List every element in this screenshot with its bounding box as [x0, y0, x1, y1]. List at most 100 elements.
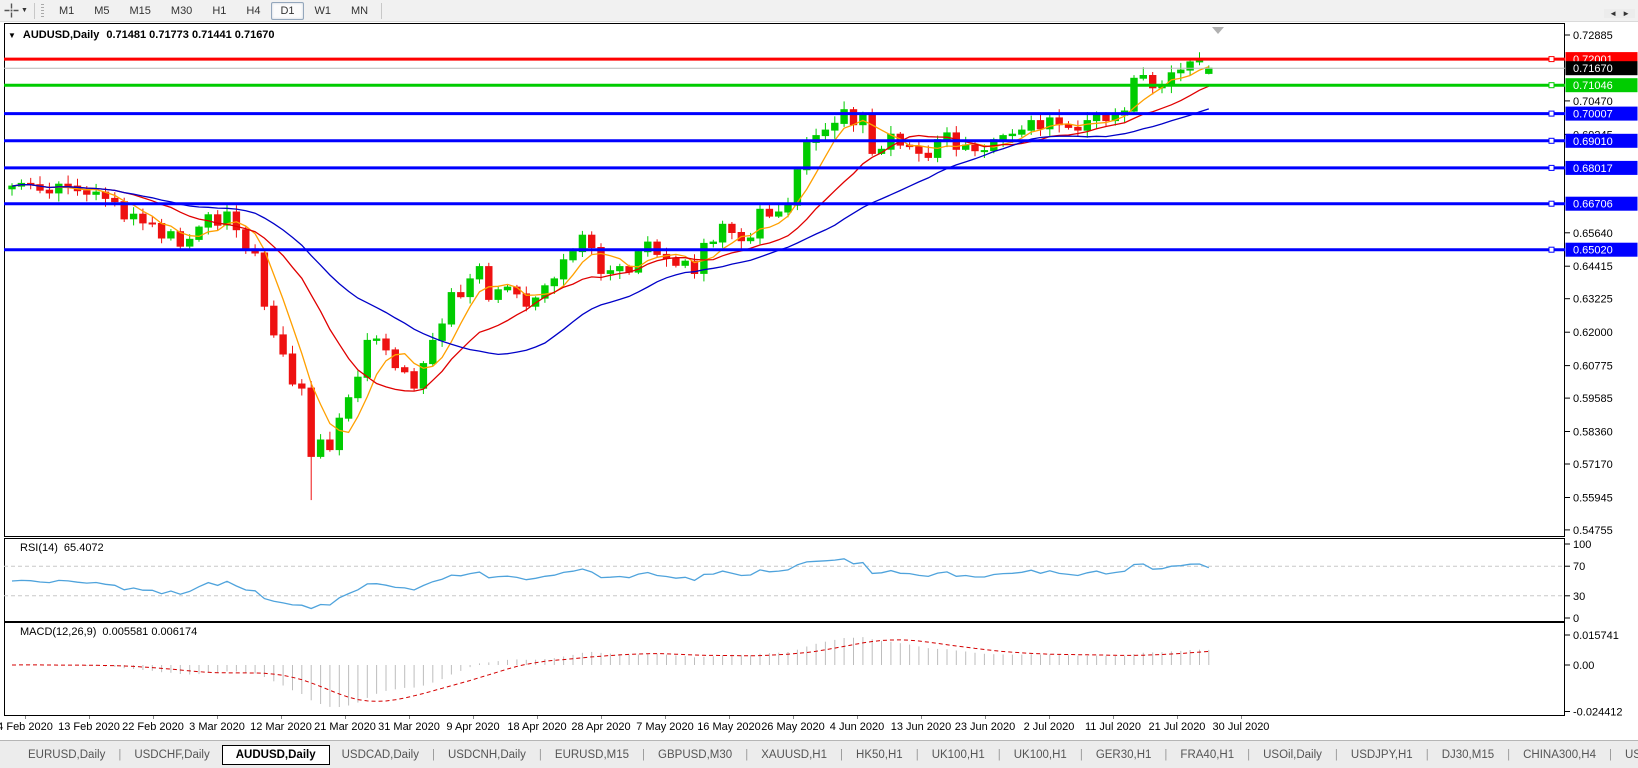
- rsi-value: 65.4072: [64, 542, 104, 554]
- tab-hk50-h1[interactable]: HK50,H1: [844, 745, 915, 765]
- date-tick: [409, 716, 410, 719]
- toolbar-drag-grip[interactable]: [41, 4, 44, 18]
- slow-ma-line: [12, 109, 1209, 355]
- line-handle: [1549, 83, 1554, 88]
- svg-text:0.64415: 0.64415: [1573, 261, 1613, 273]
- tab-usoil-h4[interactable]: USOil,H4: [1613, 745, 1638, 765]
- tool-dropdown-arrow[interactable]: ▼: [21, 7, 28, 14]
- tab-audusd-daily[interactable]: AUDUSD,Daily: [222, 745, 330, 765]
- macd-label: MACD(12,26,9) 0.005581 0.006174: [20, 626, 197, 638]
- tab-usdcnh-daily[interactable]: USDCNH,Daily: [436, 745, 538, 765]
- tab-xauusd-h1[interactable]: XAUUSD,H1: [749, 745, 839, 765]
- svg-text:0.62000: 0.62000: [1573, 327, 1613, 339]
- date-tick: [729, 716, 730, 719]
- timeframe-button-w1[interactable]: W1: [306, 2, 341, 20]
- tab-scroll-left-button[interactable]: ◄: [1609, 9, 1622, 18]
- line-handle: [1549, 201, 1554, 206]
- medium-ma-line: [12, 86, 1209, 391]
- date-tick: [921, 716, 922, 719]
- crosshair-tool-icon[interactable]: [2, 2, 20, 20]
- date-axis[interactable]: 4 Feb 202013 Feb 202022 Feb 20203 Mar 20…: [0, 716, 1638, 740]
- date-tick: [665, 716, 666, 719]
- tab-scroll-arrows: ◄►: [1604, 9, 1635, 18]
- date-tick: [601, 716, 602, 719]
- svg-text:0.70470: 0.70470: [1573, 96, 1613, 108]
- date-tick: [857, 716, 858, 719]
- svg-text:0.69010: 0.69010: [1573, 136, 1613, 148]
- svg-text:0.70007: 0.70007: [1573, 109, 1613, 121]
- symbol-dropdown-caret[interactable]: ▼: [8, 31, 16, 40]
- chart-title: ▼ AUDUSD,Daily 0.71481 0.71773 0.71441 0…: [8, 29, 275, 41]
- timeframe-button-mn[interactable]: MN: [342, 2, 377, 20]
- tab-uk100-h1[interactable]: UK100,H1: [920, 745, 997, 765]
- main-chart-canvas[interactable]: 0.728850.704700.692450.656400.644150.632…: [0, 22, 1638, 538]
- tab-fra40-h1[interactable]: FRA40,H1: [1168, 745, 1246, 765]
- line-handle: [1549, 57, 1554, 62]
- date-tick: [1049, 716, 1050, 719]
- top-toolbar: ▼ M1M5M15M30H1H4D1W1MN: [0, 0, 1638, 22]
- date-tick: [1177, 716, 1178, 719]
- svg-text:0.65640: 0.65640: [1573, 228, 1613, 240]
- svg-text:0: 0: [1573, 613, 1579, 622]
- tab-china300-h4[interactable]: CHINA300,H4: [1511, 745, 1608, 765]
- timeframe-button-d1[interactable]: D1: [271, 2, 303, 20]
- date-tick: [217, 716, 218, 719]
- main-chart-panel: 0.728850.704700.692450.656400.644150.632…: [0, 22, 1638, 538]
- chart-symbol-period: AUDUSD,Daily: [23, 29, 99, 41]
- svg-text:0.68017: 0.68017: [1573, 163, 1613, 175]
- tab-usdcad-daily[interactable]: USDCAD,Daily: [330, 745, 431, 765]
- line-handle: [1549, 111, 1554, 116]
- timeframe-button-m5[interactable]: M5: [85, 2, 118, 20]
- date-tick: [1241, 716, 1242, 719]
- svg-text:0.71046: 0.71046: [1573, 80, 1613, 92]
- date-tick: [25, 716, 26, 719]
- svg-text:0.65020: 0.65020: [1573, 245, 1613, 257]
- svg-text:0.71670: 0.71670: [1573, 63, 1613, 75]
- tab-eurusd-m15[interactable]: EURUSD,M15: [543, 745, 641, 765]
- svg-text:30: 30: [1573, 591, 1585, 603]
- timeframe-button-m30[interactable]: M30: [162, 2, 201, 20]
- svg-text:0.015741: 0.015741: [1573, 630, 1619, 642]
- macd-values: 0.005581 0.006174: [102, 626, 197, 638]
- macd-signal-line: [12, 640, 1209, 701]
- rsi-canvas[interactable]: 100 70 30 0: [0, 538, 1638, 622]
- tab-uk100-h1[interactable]: UK100,H1: [1002, 745, 1079, 765]
- tab-eurusd-daily[interactable]: EURUSD,Daily: [16, 745, 117, 765]
- svg-text:70: 70: [1573, 561, 1585, 573]
- macd-canvas[interactable]: 0.015741 0.00 -0.024412: [0, 622, 1638, 716]
- date-tick: [793, 716, 794, 719]
- svg-text:-0.024412: -0.024412: [1573, 707, 1623, 716]
- line-handle: [1549, 247, 1554, 252]
- tab-usdchf-daily[interactable]: USDCHF,Daily: [122, 745, 221, 765]
- date-tick: [537, 716, 538, 719]
- rsi-name: RSI(14): [20, 542, 58, 554]
- tab-usdjpy-h1[interactable]: USDJPY,H1: [1339, 745, 1425, 765]
- date-tick: [985, 716, 986, 719]
- tab-scroll-right-button[interactable]: ►: [1622, 9, 1635, 18]
- toolbar-separator: [34, 3, 35, 19]
- chart-ohlc-values: 0.71481 0.71773 0.71441 0.71670: [106, 29, 274, 41]
- date-label: 30 Jul 2020: [1193, 721, 1289, 733]
- date-tick: [473, 716, 474, 719]
- date-tick: [345, 716, 346, 719]
- svg-text:0.55945: 0.55945: [1573, 492, 1613, 504]
- line-handle: [1549, 165, 1554, 170]
- line-handle: [1549, 138, 1554, 143]
- tab-dj30-m15[interactable]: DJ30,M15: [1430, 745, 1506, 765]
- tab-ger30-h1[interactable]: GER30,H1: [1084, 745, 1164, 765]
- svg-text:0.00: 0.00: [1573, 660, 1594, 672]
- toolbar-separator: [381, 3, 382, 19]
- svg-text:0.54755: 0.54755: [1573, 525, 1613, 537]
- svg-text:0.60775: 0.60775: [1573, 361, 1613, 373]
- timeframe-button-h1[interactable]: H1: [203, 2, 235, 20]
- svg-text:100: 100: [1573, 539, 1591, 551]
- tab-usoil-daily[interactable]: USOil,Daily: [1251, 745, 1334, 765]
- timeframe-button-m1[interactable]: M1: [50, 2, 83, 20]
- svg-text:0.58360: 0.58360: [1573, 427, 1613, 439]
- svg-text:0.66706: 0.66706: [1573, 199, 1613, 211]
- trading-platform-window: ▼ M1M5M15M30H1H4D1W1MN 0.728850.704700.6…: [0, 0, 1638, 768]
- timeframe-button-m15[interactable]: M15: [121, 2, 160, 20]
- timeframe-button-h4[interactable]: H4: [237, 2, 269, 20]
- tab-gbpusd-m30[interactable]: GBPUSD,M30: [646, 745, 744, 765]
- svg-text:0.63225: 0.63225: [1573, 294, 1613, 306]
